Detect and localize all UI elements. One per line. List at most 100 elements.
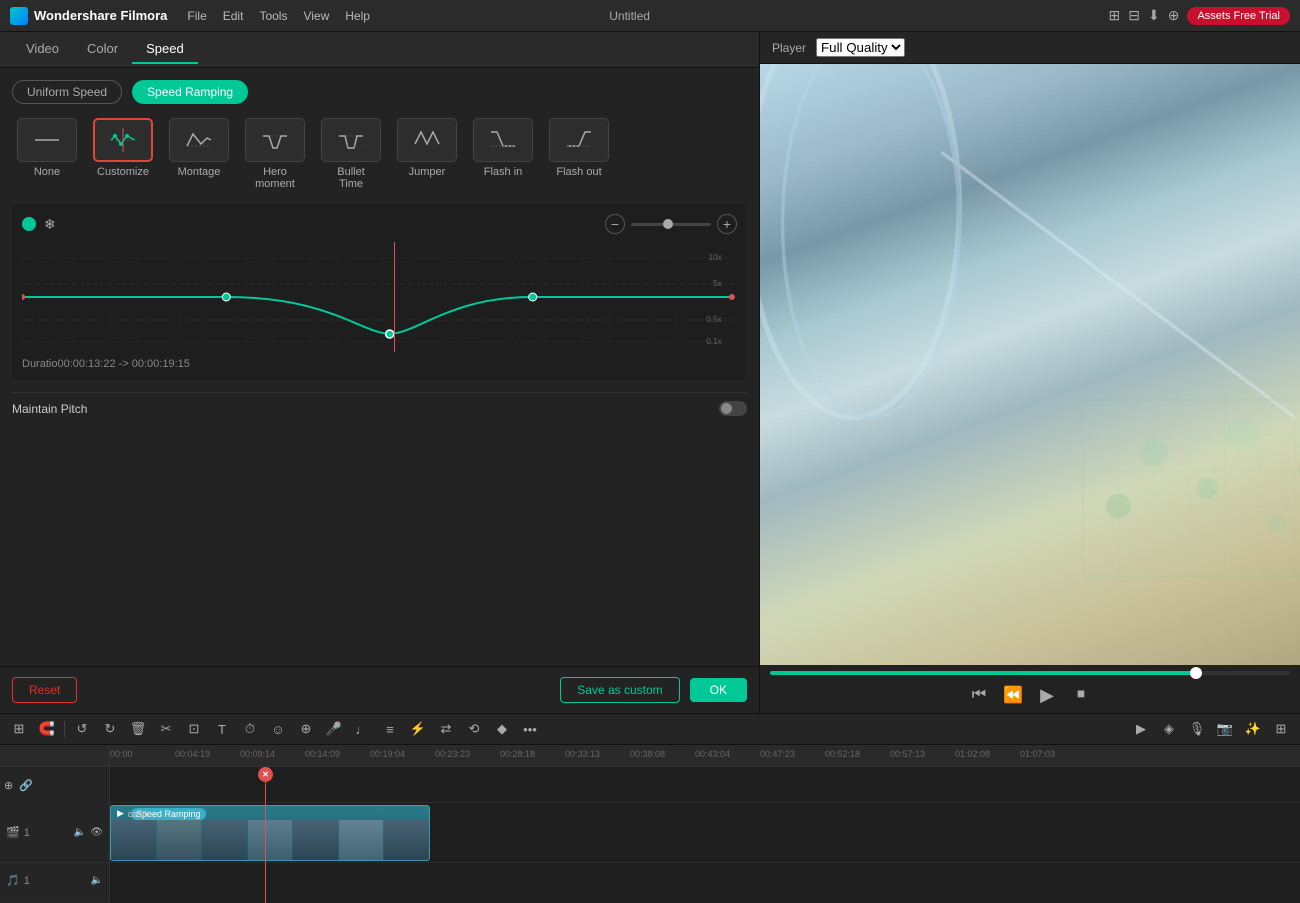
preset-hero-moment[interactable]: Heromoment <box>240 118 310 190</box>
ruler-mark-12: 00:57:13 <box>890 749 925 759</box>
overlay-icon[interactable]: ⊕ <box>295 718 317 740</box>
keyframe-icon[interactable]: ◆ <box>491 718 513 740</box>
transition-icon[interactable]: ⇄ <box>435 718 457 740</box>
eye-icon[interactable]: 👁 <box>90 827 103 838</box>
preset-customize-label: Customize <box>97 166 149 178</box>
preset-jumper[interactable]: Jumper <box>392 118 462 190</box>
play-timeline-icon[interactable]: ▶ <box>1130 718 1152 740</box>
preset-flash-in[interactable]: Flash in <box>468 118 538 190</box>
playback-progress-track[interactable] <box>770 671 1290 675</box>
reverse-icon[interactable]: ⟲ <box>463 718 485 740</box>
clip-name: castle <box>128 809 152 819</box>
menu-view[interactable]: View <box>303 9 329 23</box>
ruler-mark-11: 00:52:18 <box>825 749 860 759</box>
link-icon[interactable]: 🔗 <box>19 779 33 792</box>
player-label: Player <box>772 41 806 55</box>
preset-customize[interactable]: Customize <box>88 118 158 190</box>
menu-help[interactable]: Help <box>345 9 370 23</box>
tab-color[interactable]: Color <box>73 35 132 64</box>
quality-select[interactable]: Full Quality 1/2 Quality 1/4 Quality <box>816 38 905 57</box>
zoom-slider-thumb <box>663 219 673 229</box>
preset-flash-in-label: Flash in <box>484 166 523 178</box>
svg-text:0.1x: 0.1x <box>706 337 721 346</box>
grid-icon[interactable]: ⊟ <box>1128 7 1140 24</box>
video-track-label: 🎬 1 🔈 👁 <box>0 803 109 863</box>
video-preview <box>760 64 1300 665</box>
thumb-3 <box>202 820 247 860</box>
preset-none-icon <box>17 118 77 162</box>
export-icon[interactable]: ⊞ <box>1270 718 1292 740</box>
playback-bar: ⏮ ⏪ ▶ ⏹ <box>760 665 1300 713</box>
grid-add-icon[interactable]: ⊕ <box>4 779 13 792</box>
thumb-4 <box>248 820 293 860</box>
timeline-snap-icon[interactable]: 🧲 <box>36 718 58 740</box>
menu-tools[interactable]: Tools <box>259 9 287 23</box>
zoom-slider[interactable] <box>631 223 711 226</box>
stop-button[interactable]: ⏹ <box>1069 683 1093 707</box>
graph-color-dot[interactable] <box>22 217 36 231</box>
fullscreen-icon[interactable]: ⊞ <box>1109 7 1121 24</box>
play-button[interactable]: ▶ <box>1035 683 1059 707</box>
tab-video[interactable]: Video <box>12 35 73 64</box>
save-custom-button[interactable]: Save as custom <box>560 677 679 703</box>
tab-bar: Video Color Speed <box>0 32 759 68</box>
thumb-6 <box>339 820 384 860</box>
mute-audio-icon[interactable]: 🔈 <box>91 875 103 886</box>
preset-flash-out-icon <box>549 118 609 162</box>
voiceover-icon[interactable]: 🎤 <box>323 718 345 740</box>
step-back-button[interactable]: ⏪ <box>1001 683 1025 707</box>
timeline-grid-icon[interactable]: ⊞ <box>8 718 30 740</box>
marker-icon[interactable]: ◈ <box>1158 718 1180 740</box>
preset-none[interactable]: None <box>12 118 82 190</box>
ok-button[interactable]: OK <box>690 678 747 702</box>
logo-icon <box>10 7 28 25</box>
equalizer-icon[interactable]: ≡ <box>379 718 401 740</box>
tab-speed[interactable]: Speed <box>132 35 198 64</box>
zoom-out-button[interactable]: − <box>605 214 625 234</box>
maintain-pitch-toggle[interactable] <box>719 401 747 416</box>
preset-customize-icon <box>93 118 153 162</box>
assets-trial-button[interactable]: Assets Free Trial <box>1187 7 1290 25</box>
delete-icon[interactable]: 🗑 <box>127 718 149 740</box>
preset-flash-out[interactable]: Flash out <box>544 118 614 190</box>
menu-edit[interactable]: Edit <box>223 9 244 23</box>
redo-icon[interactable]: ↻ <box>99 718 121 740</box>
app-logo: Wondershare Filmora <box>10 7 167 25</box>
graph-area: ❄ − + <box>12 204 747 380</box>
preset-bullet-time[interactable]: BulletTime <box>316 118 386 190</box>
effect-icon[interactable]: ✨ <box>1242 718 1264 740</box>
uniform-speed-button[interactable]: Uniform Speed <box>12 80 122 104</box>
ruler-mark-9: 00:43:04 <box>695 749 730 759</box>
mute-video-icon[interactable]: 🔈 <box>74 827 86 838</box>
video-track-camera-icon: 🎬 <box>6 826 20 839</box>
audio-fx-icon[interactable]: ♩ <box>351 718 373 740</box>
ruler-corner <box>0 745 109 767</box>
download-icon[interactable]: ⬇ <box>1148 7 1160 24</box>
text-icon[interactable]: T <box>211 718 233 740</box>
graph-canvas[interactable]: 10x 5x 0.5x 0.1x <box>22 242 737 352</box>
speed-icon[interactable]: ⚡ <box>407 718 429 740</box>
graph-freeze-icon[interactable]: ❄ <box>44 216 56 233</box>
rewind-button[interactable]: ⏮ <box>967 683 991 707</box>
preset-montage-label: Montage <box>178 166 221 178</box>
crop-icon[interactable]: ⊡ <box>183 718 205 740</box>
menu-file[interactable]: File <box>187 9 206 23</box>
undo-icon[interactable]: ↺ <box>71 718 93 740</box>
timeline-tracks[interactable]: 00:00 00:04:19 00:09:14 00:14:09 00:19:0… <box>110 745 1300 903</box>
ruler-mark-3: 00:14:09 <box>305 749 340 759</box>
reset-button[interactable]: Reset <box>12 677 77 703</box>
more-icon[interactable]: ••• <box>519 718 541 740</box>
preset-montage[interactable]: Montage <box>164 118 234 190</box>
camera-icon[interactable]: 📷 <box>1214 718 1236 740</box>
share-icon[interactable]: ⊕ <box>1168 7 1180 24</box>
playback-controls: ⏮ ⏪ ▶ ⏹ <box>770 683 1290 707</box>
playhead-marker[interactable]: ✕ <box>258 767 273 782</box>
emoji-icon[interactable]: ☺ <box>267 718 289 740</box>
video-track-row: ▶ castle Speed Ramping <box>110 803 1300 863</box>
cut-icon[interactable]: ✂ <box>155 718 177 740</box>
zoom-in-button[interactable]: + <box>717 214 737 234</box>
mic-icon[interactable]: 🎙 <box>1186 718 1208 740</box>
video-clip[interactable]: ▶ castle Speed Ramping <box>110 805 430 861</box>
speed-ramping-button[interactable]: Speed Ramping <box>132 80 248 104</box>
time-icon[interactable]: ⏱ <box>239 718 261 740</box>
